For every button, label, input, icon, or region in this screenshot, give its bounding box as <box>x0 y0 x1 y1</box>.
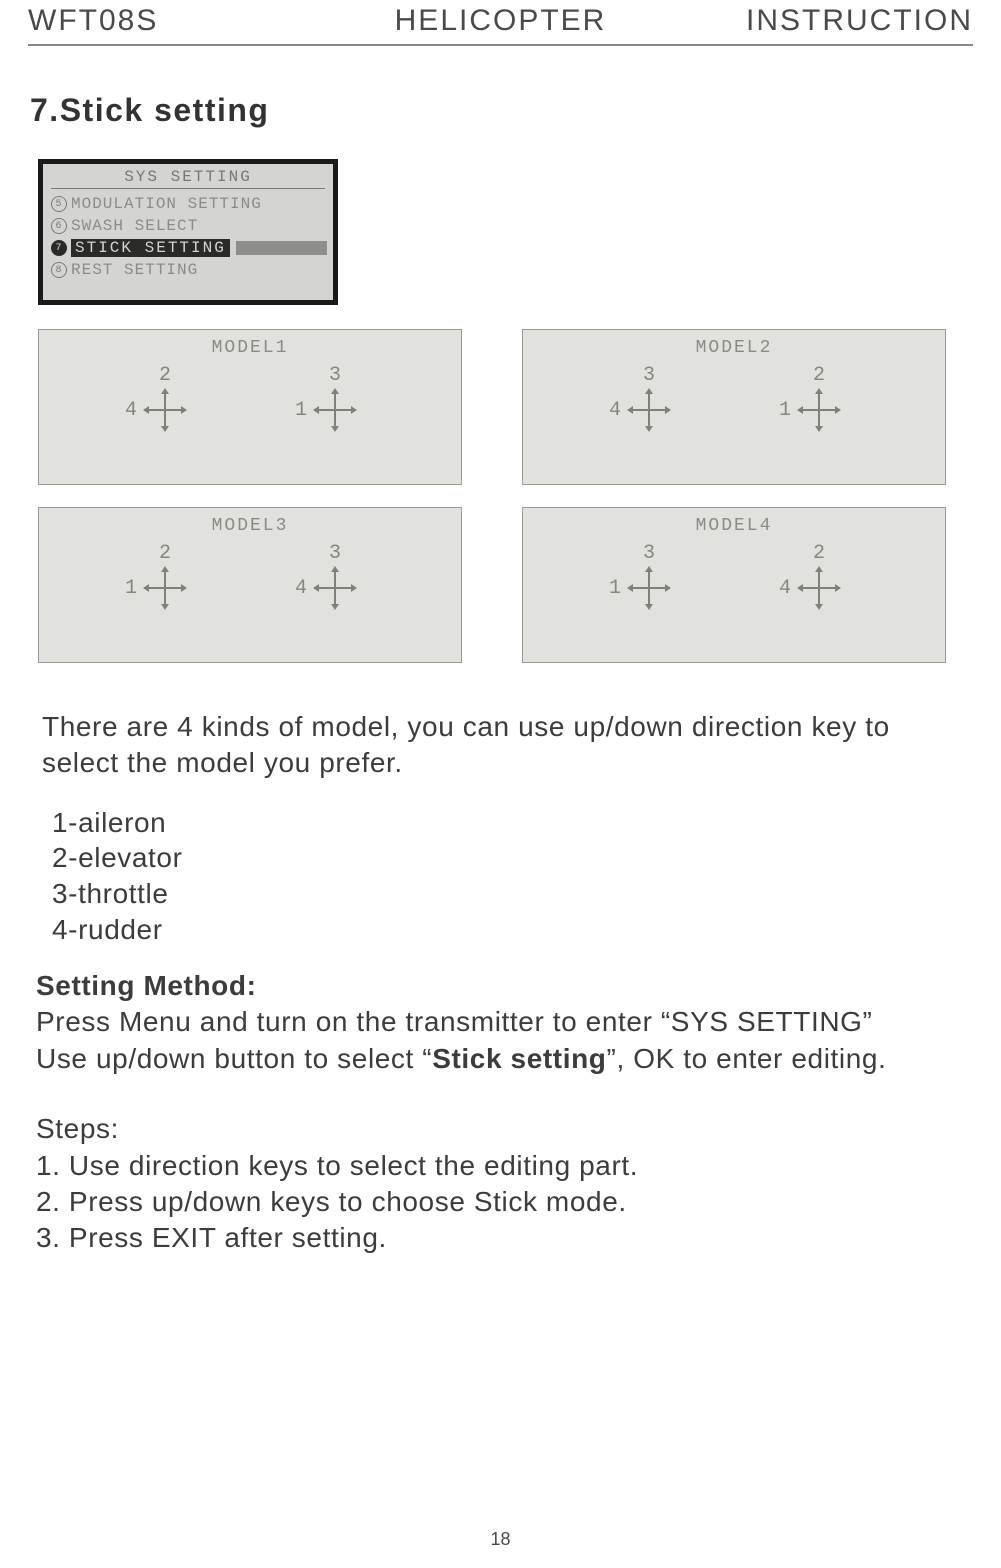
stick-cross-icon <box>799 568 839 608</box>
section-title: 7.Stick setting <box>30 92 973 129</box>
setting-method-line1: Press Menu and turn on the transmitter t… <box>36 1004 996 1040</box>
model3-panel: MODEL3 2 1 3 4 <box>38 507 462 663</box>
method-line2-suffix: ”, OK to enter editing. <box>607 1043 887 1074</box>
model2-right-side-num: 1 <box>777 399 793 422</box>
stick-legend: 1-aileron 2-elevator 3-throttle 4-rudder <box>52 805 973 948</box>
model1-right-stick: 3 1 <box>290 364 380 430</box>
setting-method-line2: Use up/down button to select “Stick sett… <box>36 1041 996 1077</box>
stick-cross-icon <box>145 390 185 430</box>
model1-title: MODEL1 <box>39 338 461 358</box>
model3-left-stick: 2 1 <box>120 542 210 608</box>
stick-cross-icon <box>315 568 355 608</box>
sys-row-swash: 6 SWASH SELECT <box>49 215 327 237</box>
model4-right-side-num: 4 <box>777 577 793 600</box>
header-product: WFT08S <box>28 4 343 38</box>
model4-title: MODEL4 <box>523 516 945 536</box>
model4-right-top-num: 2 <box>813 542 825 564</box>
model1-right-top-num: 3 <box>329 364 341 386</box>
model2-left-top-num: 3 <box>643 364 655 386</box>
model1-panel: MODEL1 2 4 3 1 <box>38 329 462 485</box>
method-line2-bold: Stick setting <box>432 1043 606 1074</box>
stick-cross-icon <box>799 390 839 430</box>
step-2: 2. Press up/down keys to choose Stick mo… <box>36 1184 973 1220</box>
model4-left-stick: 3 1 <box>604 542 694 608</box>
model2-right-top-num: 2 <box>813 364 825 386</box>
legend-elevator: 2-elevator <box>52 840 973 876</box>
stick-cross-icon <box>629 390 669 430</box>
model3-right-stick: 3 4 <box>290 542 380 608</box>
sys-row-label: STICK SETTING <box>71 239 230 257</box>
legend-aileron: 1-aileron <box>52 805 973 841</box>
stick-cross-icon <box>315 390 355 430</box>
stick-cross-icon <box>145 568 185 608</box>
sys-row-label: REST SETTING <box>71 261 198 279</box>
sys-row-number: 6 <box>51 218 67 234</box>
model1-right-side-num: 1 <box>293 399 309 422</box>
sys-row-label: SWASH SELECT <box>71 217 198 235</box>
sys-setting-screenshot: SYS SETTING 5 MODULATION SETTING 6 SWASH… <box>38 159 338 305</box>
model4-left-side-num: 1 <box>607 577 623 600</box>
sys-row-number: 7 <box>51 240 67 256</box>
legend-rudder: 4-rudder <box>52 912 973 948</box>
model2-left-stick: 3 4 <box>604 364 694 430</box>
model1-left-side-num: 4 <box>123 399 139 422</box>
model4-right-stick: 2 4 <box>774 542 864 608</box>
stick-cross-icon <box>629 568 669 608</box>
model3-right-side-num: 4 <box>293 577 309 600</box>
model1-left-top-num: 2 <box>159 364 171 386</box>
method-line2-prefix: Use up/down button to select “ <box>36 1043 432 1074</box>
steps-heading: Steps: <box>36 1113 119 1144</box>
sys-row-label: MODULATION SETTING <box>71 195 262 213</box>
sys-setting-underline <box>51 188 325 189</box>
header-category: HELICOPTER <box>343 4 658 38</box>
model1-left-stick: 2 4 <box>120 364 210 430</box>
sys-row-stick-selected: 7 STICK SETTING <box>49 237 327 259</box>
model2-left-side-num: 4 <box>607 399 623 422</box>
page-header: WFT08S HELICOPTER INSTRUCTION <box>28 0 973 38</box>
sys-row-number: 5 <box>51 196 67 212</box>
step-1: 1. Use direction keys to select the edit… <box>36 1148 973 1184</box>
model2-panel: MODEL2 3 4 2 1 <box>522 329 946 485</box>
intro-paragraph: There are 4 kinds of model, you can use … <box>42 709 972 781</box>
header-divider <box>28 44 973 46</box>
model4-panel: MODEL4 3 1 2 4 <box>522 507 946 663</box>
model2-title: MODEL2 <box>523 338 945 358</box>
model3-title: MODEL3 <box>39 516 461 536</box>
sys-row-rest: 8 REST SETTING <box>49 259 327 281</box>
model3-right-top-num: 3 <box>329 542 341 564</box>
sys-row-number: 8 <box>51 262 67 278</box>
model2-right-stick: 2 1 <box>774 364 864 430</box>
steps-block: Steps: 1. Use direction keys to select t… <box>36 1111 973 1257</box>
model4-left-top-num: 3 <box>643 542 655 564</box>
sys-setting-title: SYS SETTING <box>49 168 327 186</box>
step-3: 3. Press EXIT after setting. <box>36 1220 973 1256</box>
sys-row-modulation: 5 MODULATION SETTING <box>49 193 327 215</box>
models-grid: MODEL1 2 4 3 1 <box>38 329 946 663</box>
model3-left-top-num: 2 <box>159 542 171 564</box>
legend-throttle: 3-throttle <box>52 876 973 912</box>
setting-method-block: Setting Method: Press Menu and turn on t… <box>36 968 996 1077</box>
header-doc-type: INSTRUCTION <box>658 4 973 38</box>
sys-row-highlight-trail <box>236 241 327 255</box>
model3-left-side-num: 1 <box>123 577 139 600</box>
page-number: 18 <box>490 1529 510 1550</box>
setting-method-heading: Setting Method: <box>36 970 257 1001</box>
